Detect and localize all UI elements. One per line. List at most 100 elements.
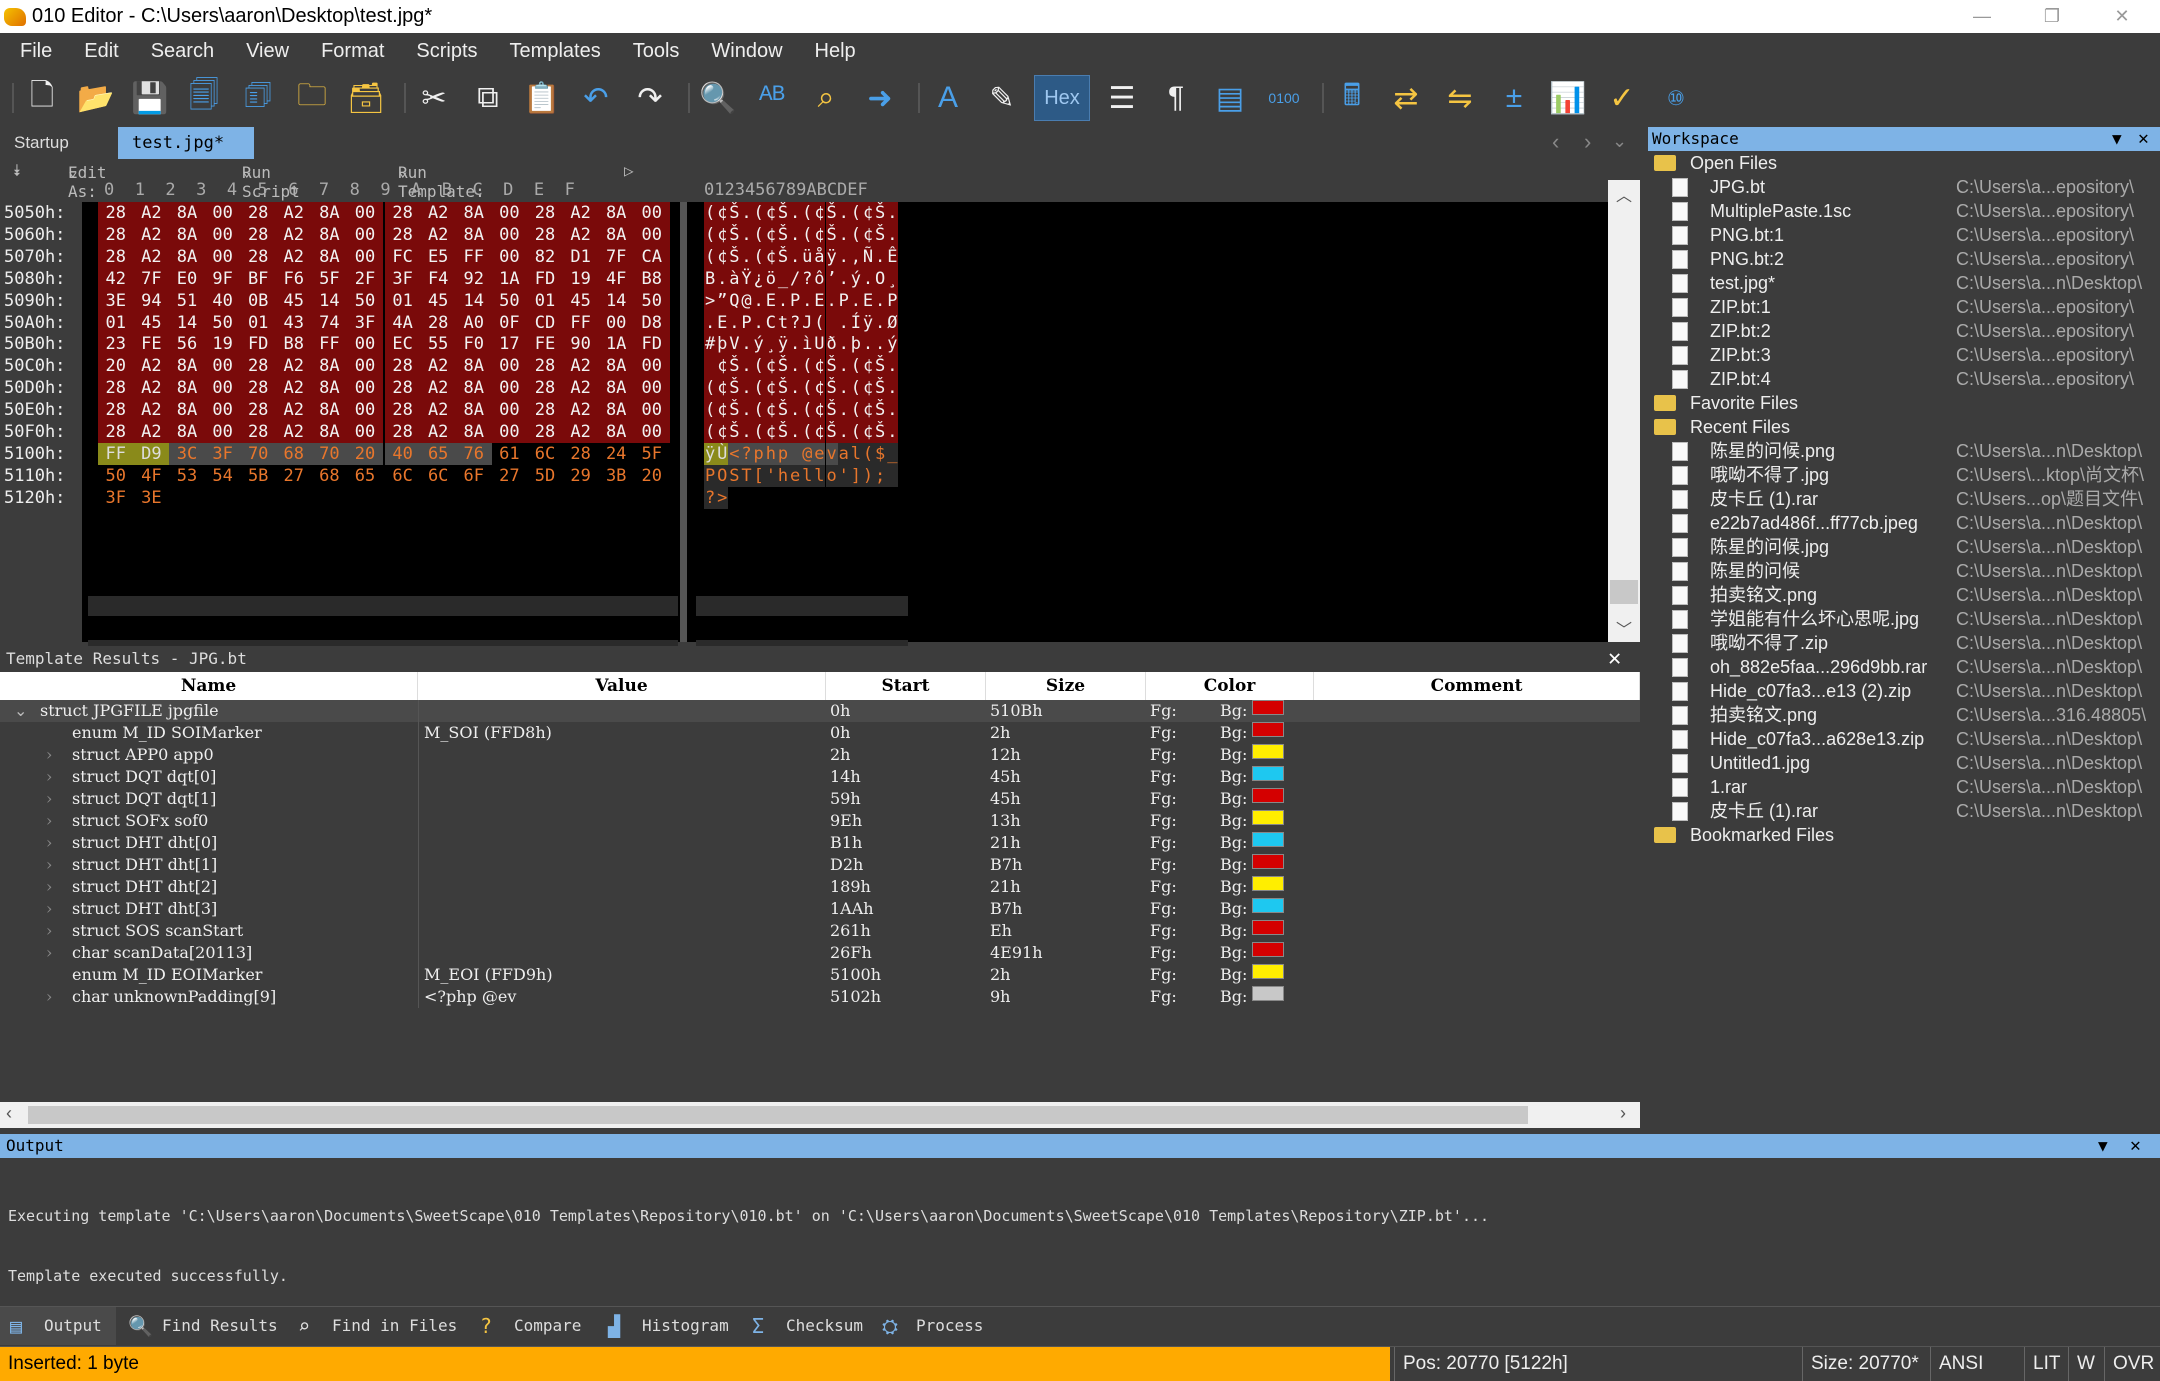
template-row[interactable]: › struct SOS scanStart 261h Eh Fg: Bg: [0, 920, 1640, 942]
ascii-char[interactable]: P [886, 289, 899, 312]
hex-byte[interactable]: 28 [384, 421, 421, 443]
hex-byte[interactable]: 00 [347, 377, 383, 400]
hex-byte[interactable]: A2 [133, 377, 170, 400]
hex-byte[interactable]: 92 [456, 267, 492, 290]
favorite-files-folder[interactable]: Favorite Files [1648, 391, 2160, 415]
expand-icon[interactable]: › [46, 854, 52, 876]
ascii-char[interactable]: ¢ [716, 245, 729, 268]
ascii-char[interactable]: . [837, 202, 850, 224]
workspace-file-item[interactable]: oh_882e5faa...296d9bb.rar C:\Users\a...n\… [1648, 655, 2160, 679]
ascii-char[interactable]: ( [704, 399, 717, 422]
ascii-char[interactable]: v [825, 442, 838, 465]
menu-edit[interactable]: Edit [68, 40, 134, 63]
hex-byte[interactable]: 3F [384, 267, 421, 290]
ascii-char[interactable]: þ [716, 333, 729, 356]
recent-files-folder[interactable]: Recent Files [1648, 415, 2160, 439]
cut-icon[interactable]: ✂ [412, 75, 456, 121]
hex-byte[interactable]: 28 [384, 202, 421, 224]
ascii-char[interactable]: . [886, 355, 899, 378]
ascii-char[interactable]: . [874, 333, 887, 356]
hex-byte[interactable]: 14 [598, 289, 634, 312]
status-mode-w[interactable]: W [2068, 1347, 2102, 1381]
workspace-file-item[interactable]: e22b7ad486f...ff77cb.jpeg C:\Users\a...n\… [1648, 511, 2160, 535]
workspace-file-item[interactable]: Hide_c07fa3...a628e13.zip C:\Users\a...n\… [1648, 727, 2160, 751]
hex-byte[interactable]: 00 [204, 421, 241, 443]
menu-search[interactable]: Search [135, 40, 230, 63]
expand-icon[interactable]: › [46, 810, 52, 832]
hex-byte[interactable]: 61 [492, 443, 528, 465]
tab-list-icon[interactable]: ⌄ [1612, 131, 1627, 152]
ascii-char[interactable]: . [837, 267, 850, 290]
ascii-char[interactable] [825, 311, 838, 334]
hex-byte[interactable]: 00 [204, 355, 241, 378]
new-file-icon[interactable]: 🗋 [20, 75, 64, 121]
hex-byte[interactable]: FE [527, 333, 563, 356]
hex-byte[interactable]: 3F [204, 442, 241, 465]
workspace-file-item[interactable]: Hide_c07fa3...e13 (2).zip C:\Users\a...n\… [1648, 679, 2160, 703]
menu-view[interactable]: View [230, 40, 305, 63]
workspace-file-item[interactable]: ZIP.bt:2 C:\Users\a...epository\ [1648, 319, 2160, 343]
goto-icon[interactable]: ➜ [858, 75, 902, 121]
hex-byte[interactable]: A2 [420, 399, 456, 422]
redo-icon[interactable]: ↷ [628, 75, 672, 121]
paragraph-icon[interactable]: ¶ [1154, 75, 1198, 121]
hex-byte[interactable]: 27 [492, 465, 528, 487]
expand-icon[interactable]: › [46, 788, 52, 810]
template-row[interactable]: › struct APP0 app0 2h 12h Fg: Bg: [0, 744, 1640, 766]
ascii-char[interactable]: ( [849, 202, 862, 224]
hex-byte[interactable]: 8A [456, 421, 492, 443]
open-file-icon[interactable]: 📂 [74, 75, 118, 121]
template-row[interactable]: › struct DQT dqt[0] 14h 45h Fg: Bg: [0, 766, 1640, 788]
ascii-char[interactable]: B [704, 267, 717, 290]
hex-byte[interactable]: A2 [420, 355, 456, 378]
template-row[interactable]: › struct DHT dht[0] B1h 21h Fg: Bg: [0, 832, 1640, 854]
hex-byte[interactable]: A2 [133, 202, 170, 224]
status-endian[interactable]: LIT [2024, 1347, 2068, 1381]
hex-byte[interactable]: FF [98, 442, 134, 465]
scroll-thumb[interactable] [1610, 580, 1638, 604]
save-all-icon[interactable]: 🗊 [236, 75, 280, 121]
hex-byte[interactable]: 8A [169, 202, 205, 224]
ascii-char[interactable]: ( [849, 377, 862, 400]
hex-byte[interactable]: 3C [169, 442, 205, 465]
color-swatch[interactable] [1252, 832, 1284, 847]
hex-byte[interactable]: 00 [491, 421, 528, 443]
output-close-icon[interactable]: ✕ [2130, 1134, 2141, 1158]
scroll-right-icon[interactable]: › [1620, 1103, 1626, 1124]
ascii-char[interactable]: . [801, 289, 814, 312]
hex-byte[interactable]: 28 [527, 421, 563, 443]
open-folder-icon[interactable]: 🗀 [290, 75, 334, 121]
hex-byte[interactable]: 28 [384, 377, 421, 400]
ascii-char[interactable]: . [861, 267, 875, 290]
workspace-file-item[interactable]: ZIP.bt:1 C:\Users\a...epository\ [1648, 295, 2160, 319]
hex-byte[interactable]: A2 [276, 421, 312, 443]
hex-byte[interactable]: A2 [276, 355, 312, 378]
hex-byte[interactable]: 7F [133, 267, 170, 290]
ascii-char[interactable]: ( [704, 245, 717, 268]
workspace-file-item[interactable]: Untitled1.jpg C:\Users\a...n\Desktop\ [1648, 751, 2160, 775]
hex-byte[interactable]: 8A [169, 377, 205, 400]
hex-byte[interactable]: 3F [347, 311, 383, 334]
ascii-char[interactable]: E [861, 289, 875, 312]
ascii-char[interactable]: ¢ [813, 355, 826, 378]
expand-icon[interactable]: › [46, 942, 52, 964]
hex-byte[interactable]: 76 [456, 442, 492, 465]
hex-byte[interactable]: 28 [240, 399, 276, 422]
hex-byte[interactable]: 01 [98, 311, 134, 334]
expand-icon[interactable]: › [46, 986, 52, 1008]
ascii-char[interactable]: . [849, 289, 862, 312]
hex-byte[interactable]: 20 [347, 442, 383, 465]
hex-byte[interactable]: 54 [205, 465, 241, 487]
workspace-file-item[interactable]: 学姐能有什么坏心思呢.jpg C:\Users\a...n\Desktop\ [1648, 607, 2160, 631]
hex-byte[interactable]: 56 [169, 333, 205, 356]
ascii-char[interactable]: Š [874, 202, 887, 224]
ascii-char[interactable]: Ù [716, 442, 729, 465]
hex-byte[interactable]: FD [240, 333, 276, 356]
hex-byte[interactable]: 51 [169, 289, 205, 312]
template-close-icon[interactable]: ✕ [1608, 646, 1621, 671]
hex-byte[interactable]: A0 [456, 311, 492, 334]
hex-byte[interactable]: F0 [456, 333, 492, 356]
hex-byte[interactable]: 29 [563, 465, 599, 487]
hex-byte[interactable]: 28 [98, 245, 134, 268]
hex-byte[interactable]: 43 [276, 311, 312, 334]
